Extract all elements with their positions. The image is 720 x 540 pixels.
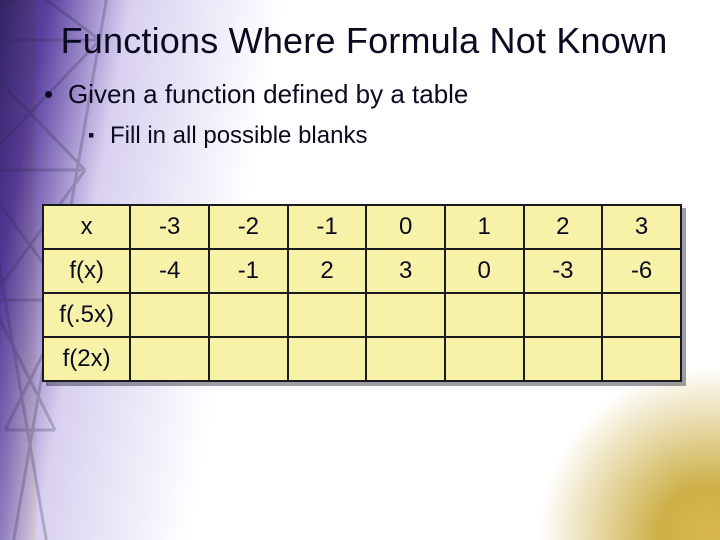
cell: -6 [602,249,681,293]
cell [288,337,367,381]
cell: 3 [366,249,445,293]
cell [366,337,445,381]
cell [602,293,681,337]
cell: 2 [288,249,367,293]
cell [366,293,445,337]
function-table-wrap: x -3 -2 -1 0 1 2 3 f(x) -4 -1 2 3 0 -3 -… [42,204,682,382]
row-header-f2x: f(2x) [43,337,130,381]
bullet-level-1: Given a function defined by a table [44,79,688,110]
table-row: f(.5x) [43,293,681,337]
cell [445,337,524,381]
row-header-x: x [43,205,130,249]
function-table: x -3 -2 -1 0 1 2 3 f(x) -4 -1 2 3 0 -3 -… [42,204,682,382]
cell [445,293,524,337]
bullet-list: Given a function defined by a table Fill… [40,79,688,150]
cell: 0 [445,249,524,293]
row-header-fhalfx: f(.5x) [43,293,130,337]
table-row: f(x) -4 -1 2 3 0 -3 -6 [43,249,681,293]
cell: -1 [288,205,367,249]
cell: 1 [445,205,524,249]
cell: -1 [209,249,288,293]
table-row: f(2x) [43,337,681,381]
bullet-level-2: Fill in all possible blanks [88,122,688,150]
cell: -3 [524,249,603,293]
cell: 3 [602,205,681,249]
cell [209,293,288,337]
cell: -3 [130,205,209,249]
cell [524,293,603,337]
table-row: x -3 -2 -1 0 1 2 3 [43,205,681,249]
cell [524,337,603,381]
cell [288,293,367,337]
cell [130,293,209,337]
slide-title: Functions Where Formula Not Known [40,22,688,61]
cell [602,337,681,381]
slide-content: Functions Where Formula Not Known Given … [0,0,720,540]
cell: -4 [130,249,209,293]
cell: 0 [366,205,445,249]
cell: 2 [524,205,603,249]
cell [209,337,288,381]
row-header-fx: f(x) [43,249,130,293]
cell [130,337,209,381]
cell: -2 [209,205,288,249]
